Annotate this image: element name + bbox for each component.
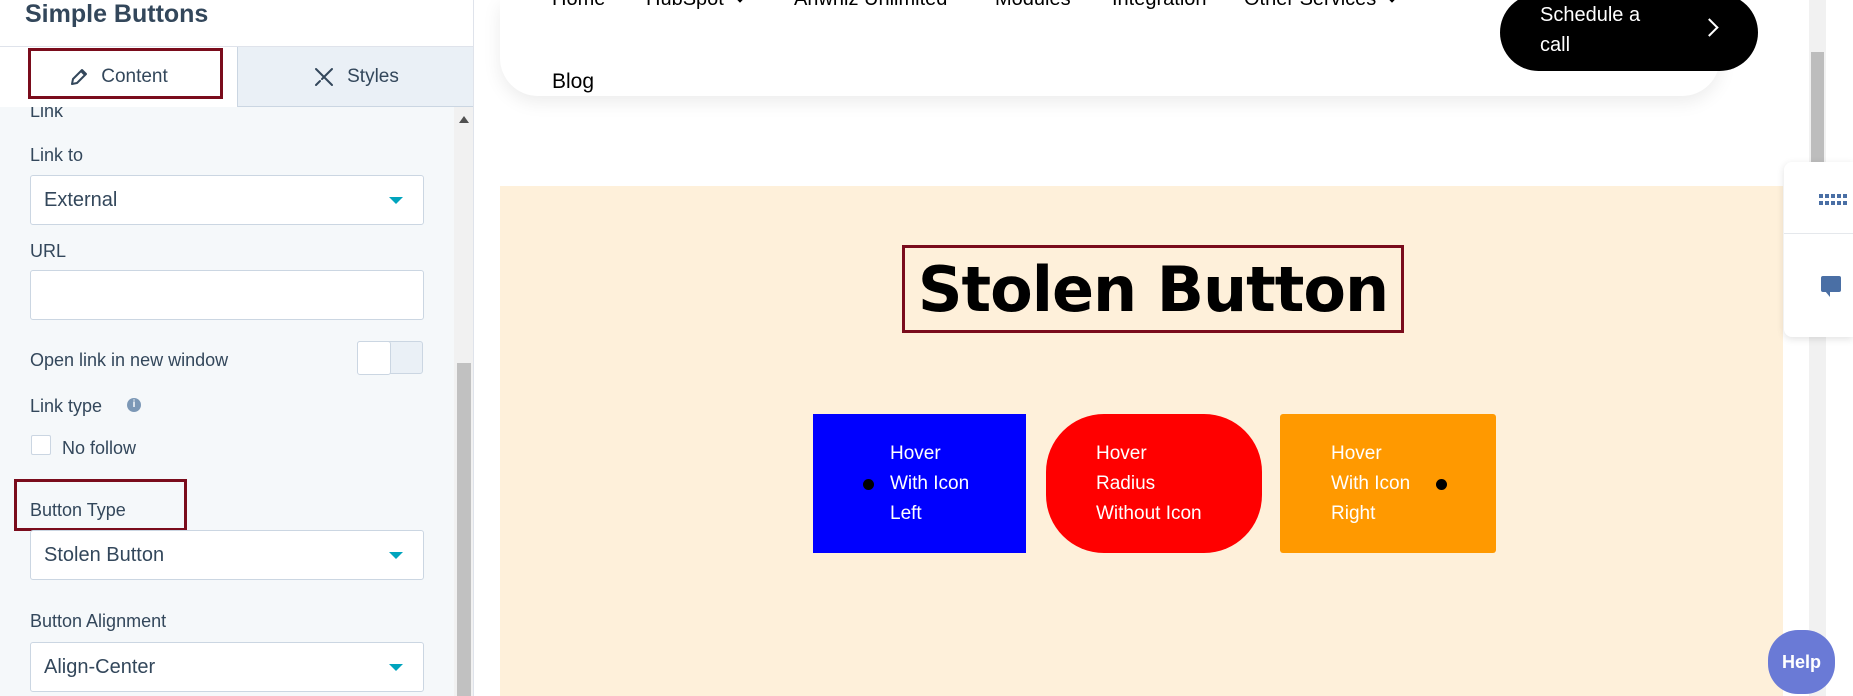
hover-icon-left-button[interactable]: Hover With Icon Left: [813, 414, 1026, 553]
panel-title: Simple Buttons: [25, 0, 209, 28]
pencil-icon: [71, 69, 88, 85]
tab-styles[interactable]: Styles: [237, 47, 473, 107]
panel-scroll-thumb[interactable]: [457, 363, 471, 696]
cta-line-2: call: [1540, 34, 1571, 56]
nav-item-ariwhiz[interactable]: Ariwhiz Unlimited: [794, 0, 947, 11]
button-line: Hover: [1096, 443, 1147, 464]
button-line: Without Icon: [1096, 503, 1202, 524]
help-button[interactable]: Help: [1768, 630, 1835, 694]
button-line: With Icon: [1331, 473, 1411, 494]
nav-item-integration[interactable]: Integration: [1112, 0, 1207, 11]
chevron-down-icon: [734, 0, 746, 3]
chat-icon[interactable]: [1821, 276, 1841, 297]
button-alignment-select[interactable]: Align-Center: [30, 642, 424, 692]
tab-styles-label: Styles: [347, 65, 399, 87]
button-line: Hover: [1331, 443, 1382, 464]
nav-item-other-services[interactable]: Other Services: [1244, 0, 1398, 11]
link-to-value: External: [44, 188, 118, 211]
panel-tabs: Content Styles: [0, 47, 473, 107]
tab-content-label: Content: [101, 66, 168, 87]
content-form: Link Link to External URL Open link in n…: [0, 107, 454, 696]
cta-line-1: Schedule a: [1540, 4, 1641, 26]
side-widget: [1784, 162, 1853, 337]
button-line: With Icon: [890, 473, 970, 494]
apps-grid-icon[interactable]: [1819, 194, 1847, 206]
url-input[interactable]: [30, 270, 424, 320]
scroll-up-arrow-icon[interactable]: [459, 116, 469, 123]
chevron-down-icon: [1386, 0, 1398, 3]
nav-item-modules[interactable]: Modules: [995, 0, 1071, 11]
tab-content[interactable]: Content: [0, 47, 237, 107]
section-heading: Stolen Button: [917, 252, 1389, 326]
button-alignment-value: Align-Center: [44, 655, 156, 678]
page-preview: Home HubSpot Ariwhiz Unlimited Modules I…: [474, 0, 1853, 696]
widget-divider: [1784, 233, 1853, 234]
button-type-select[interactable]: Stolen Button: [30, 530, 424, 580]
site-header: Home HubSpot Ariwhiz Unlimited Modules I…: [500, 0, 1758, 96]
info-icon[interactable]: i: [127, 398, 141, 412]
caret-down-icon: [389, 197, 403, 204]
panel-scrollbar[interactable]: [454, 107, 473, 696]
button-type-value: Stolen Button: [44, 543, 165, 566]
button-line: Left: [890, 503, 922, 524]
link-to-select[interactable]: External: [30, 175, 424, 225]
schedule-call-button[interactable]: Schedule a call: [1500, 0, 1758, 71]
dot-icon: [1436, 479, 1447, 490]
toggle-knob: [357, 341, 391, 375]
brush-icon: [315, 67, 334, 86]
button-line: Radius: [1096, 473, 1156, 494]
caret-down-icon: [389, 552, 403, 559]
link-to-label: Link to: [30, 145, 84, 165]
nav-item-blog[interactable]: Blog: [552, 70, 594, 94]
no-follow-label: No follow: [62, 438, 137, 458]
dot-icon: [863, 479, 874, 490]
button-alignment-label: Button Alignment: [30, 611, 167, 631]
link-type-label: Link type: [30, 396, 103, 416]
button-line: Hover: [890, 443, 941, 464]
caret-down-icon: [389, 664, 403, 671]
new-window-toggle[interactable]: [357, 341, 423, 375]
button-line: Right: [1331, 503, 1376, 524]
hover-icon-right-button[interactable]: Hover With Icon Right: [1280, 414, 1496, 553]
panel-header: Simple Buttons: [0, 0, 473, 47]
button-type-label: Button Type: [30, 500, 126, 520]
preview-scrollbar[interactable]: [1809, 0, 1826, 696]
nav-item-hubspot[interactable]: HubSpot: [646, 0, 746, 11]
editor-panel: Simple Buttons Content Styles Link Link …: [0, 0, 474, 696]
new-window-label: Open link in new window: [30, 350, 229, 370]
heading-highlight: Stolen Button: [902, 245, 1404, 333]
section-label-link: Link: [30, 107, 64, 121]
hover-radius-button[interactable]: Hover Radius Without Icon: [1046, 414, 1262, 553]
url-label: URL: [30, 241, 67, 261]
no-follow-checkbox[interactable]: [31, 435, 51, 455]
nav-item-home[interactable]: Home: [552, 0, 605, 11]
stolen-button-section: Stolen Button Hover With Icon Left Hover…: [500, 186, 1783, 696]
